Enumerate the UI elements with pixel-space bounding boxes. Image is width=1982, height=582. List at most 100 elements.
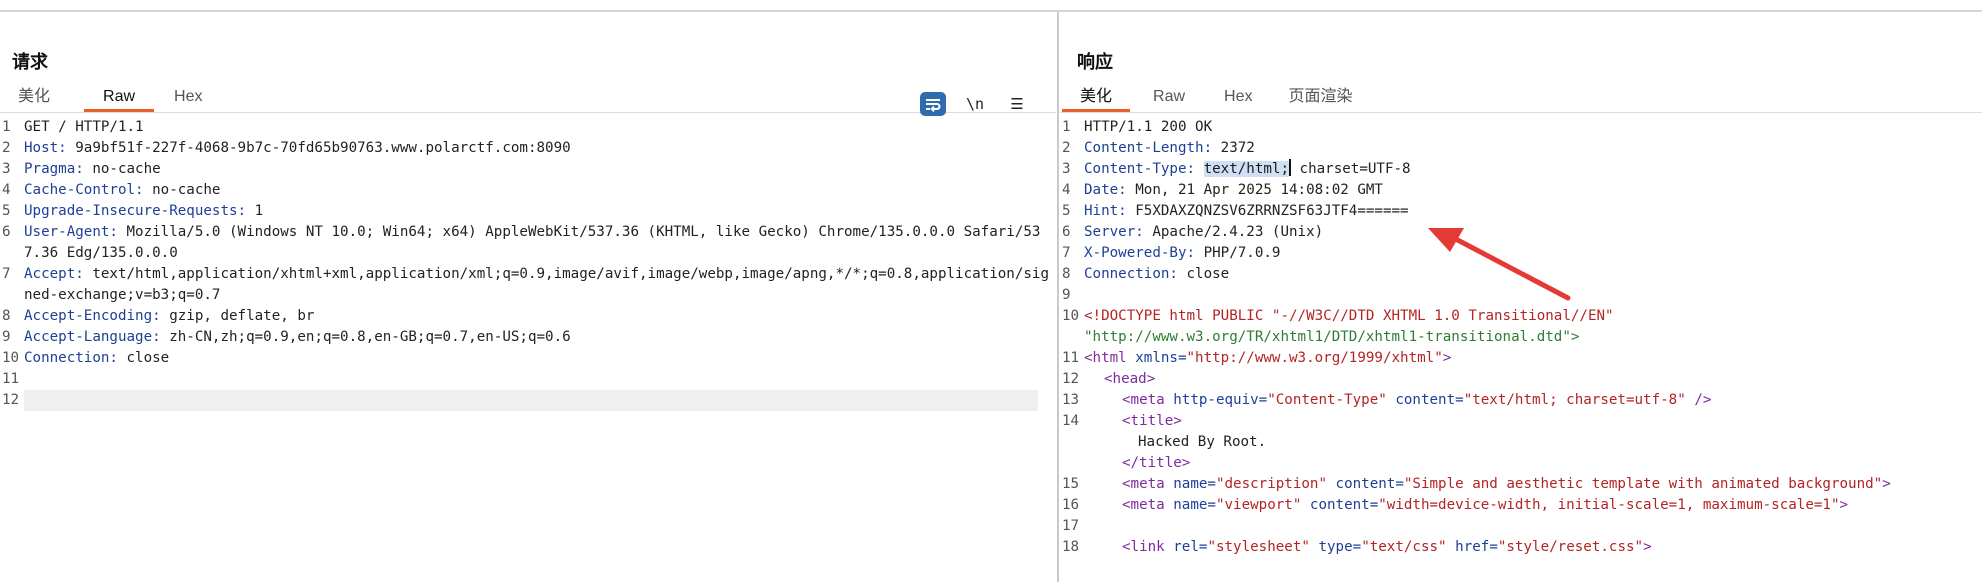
- code-line: 13 <meta http-equiv="Content-Type" conten…: [1062, 392, 1712, 408]
- request-tabs-border: [0, 112, 1056, 113]
- code-line: 3 Content-Type: text/html; charset=UTF-8: [1062, 159, 1411, 177]
- header-name: Upgrade-Insecure-Requests:: [24, 203, 247, 219]
- attr-value: "style/reset.css": [1497, 539, 1644, 555]
- code-line: 16 <meta name="viewport" content="width=d…: [1062, 497, 1849, 513]
- response-tabs: 美化 Raw Hex 页面渲染: [1060, 84, 1371, 112]
- attr-value: "text/html; charset=utf-8": [1463, 392, 1686, 408]
- attr-value: "http://www.w3.org/1999/xhtml": [1186, 350, 1443, 366]
- meta-tag: >: [1882, 476, 1891, 492]
- code-line: 4 Cache-Control: no-cache: [0, 180, 1056, 201]
- line-number: 8: [2, 308, 11, 324]
- code-line: 17: [1062, 518, 1080, 534]
- line-number: 9: [2, 329, 11, 345]
- selected-text[interactable]: text/html;: [1203, 161, 1290, 177]
- attr-value: "Content-Type": [1267, 392, 1387, 408]
- header-name: Accept:: [24, 266, 84, 282]
- code-line: 4 Date: Mon, 21 Apr 2025 14:08:02 GMT: [1062, 182, 1383, 198]
- code-line: 1 HTTP/1.1 200 OK: [1060, 117, 1982, 138]
- attr-name: http-equiv=: [1164, 392, 1268, 408]
- code-line: 5 Hint: F5XDAXZQNZSV6ZRRNZSF63JTF4======: [1062, 203, 1409, 219]
- code-line: 7 Accept: text/html,application/xhtml+xml…: [0, 264, 1056, 306]
- attr-name: name=: [1164, 476, 1216, 492]
- response-tab-pretty[interactable]: 美化: [1060, 84, 1132, 112]
- code-line: 11: [0, 369, 1056, 390]
- response-tab-hex[interactable]: Hex: [1206, 84, 1270, 112]
- menu-icon[interactable]: ☰: [1004, 92, 1030, 116]
- line-number: 7: [2, 266, 11, 282]
- response-title: 响应: [1077, 52, 1113, 72]
- response-tab-render[interactable]: 页面渲染: [1270, 84, 1370, 112]
- header-value: gzip, deflate, br: [160, 308, 315, 324]
- code-line: 10 <!DOCTYPE html PUBLIC "-//W3C//DTD XHT…: [1062, 308, 1614, 345]
- code-line: 14 <title> Hacked By Root. </title>: [1062, 413, 1267, 471]
- code-line: 11 <html xmlns="http://www.w3.org/1999/xh…: [1062, 350, 1452, 366]
- pane-divider[interactable]: [1057, 12, 1059, 582]
- header-name: Accept-Encoding:: [24, 308, 161, 324]
- doctype-url: "http://www.w3.org/TR/xhtml1/DTD/xhtml1-…: [1084, 329, 1580, 345]
- code-line: 1 GET / HTTP/1.1: [0, 117, 1056, 138]
- line-number: 12: [2, 392, 20, 408]
- header-value: close: [117, 350, 170, 366]
- request-title: 请求: [12, 52, 48, 72]
- header-name: Cache-Control:: [24, 182, 144, 198]
- attr-value: "viewport": [1215, 497, 1302, 513]
- request-toolbar: \n ☰: [920, 92, 1030, 116]
- request-pane: 请求 美化 Raw Hex \n ☰ 1 GET / HTTP/1.1 2 Host:…: [0, 12, 1056, 582]
- header-value: 9a9bf51f-227f-4068-9b7c-70fd65b90763.www…: [66, 140, 571, 156]
- header-name: Pragma:: [24, 161, 84, 177]
- header-name: Hint:: [1084, 203, 1127, 219]
- attr-value: "description": [1215, 476, 1328, 492]
- wrap-lines-icon[interactable]: [920, 92, 946, 116]
- attr-name: content=: [1386, 392, 1464, 408]
- header-name: Content-Type:: [1084, 161, 1196, 177]
- head-tag: <head>: [1104, 371, 1156, 387]
- header-value: Mon, 21 Apr 2025 14:08:02 GMT: [1126, 182, 1383, 198]
- header-value: GET / HTTP/1.1: [24, 119, 144, 135]
- html-tag: >: [1442, 350, 1452, 366]
- response-tab-raw[interactable]: Raw: [1132, 84, 1206, 112]
- request-tab-pretty[interactable]: 美化: [0, 84, 68, 112]
- title-tag: <title>: [1122, 413, 1182, 429]
- meta-tag: <meta: [1122, 476, 1165, 492]
- attr-value: "Simple and aesthetic template with anim…: [1403, 476, 1883, 492]
- code-line: 2 Host: 9a9bf51f-227f-4068-9b7c-70fd65b90…: [0, 138, 1056, 159]
- newline-toggle-button[interactable]: \n: [962, 92, 988, 116]
- header-name: Accept-Language:: [24, 329, 161, 345]
- header-name: Connection:: [24, 350, 118, 366]
- response-editor[interactable]: 1 HTTP/1.1 200 OK 2 Content-Length: 2372 3…: [1060, 117, 1982, 582]
- attr-name: rel=: [1164, 539, 1208, 555]
- header-name: Content-Length:: [1084, 140, 1213, 156]
- title-text: Hacked By Root.: [1138, 434, 1267, 450]
- header-value: text/html,application/xhtml+xml,applicat…: [24, 266, 1049, 303]
- code-line: 12 <head>: [1062, 371, 1156, 387]
- header-value: PHP/7.0.9: [1195, 245, 1281, 261]
- header-value: no-cache: [143, 182, 221, 198]
- code-line: 3 Pragma: no-cache: [0, 159, 1056, 180]
- code-line: 2 Content-Length: 2372: [1062, 140, 1255, 156]
- code-line: 6 User-Agent: Mozilla/5.0 (Windows NT 10.…: [0, 222, 1056, 264]
- line-number: 6: [2, 224, 11, 240]
- link-tag: <link: [1122, 539, 1165, 555]
- header-value: close: [1177, 266, 1230, 282]
- annotation-arrow-icon: [1428, 228, 1571, 301]
- header-value: zh-CN,zh;q=0.9,en;q=0.8,en-GB;q=0.7,en-U…: [160, 329, 571, 345]
- response-tabs-border: [1060, 112, 1982, 113]
- hint-value: F5XDAXZQNZSV6ZRRNZSF63JTF4======: [1126, 203, 1409, 219]
- meta-tag: <meta: [1122, 497, 1165, 513]
- line-number: 2: [2, 140, 11, 156]
- request-tab-hex[interactable]: Hex: [156, 84, 220, 112]
- header-name: Host:: [24, 140, 67, 156]
- title-tag: </title>: [1122, 455, 1191, 471]
- attr-name: xmlns=: [1126, 350, 1187, 366]
- code-line: 9 Accept-Language: zh-CN,zh;q=0.9,en;q=0.…: [0, 327, 1056, 348]
- line-number: 11: [2, 371, 20, 387]
- request-editor[interactable]: 1 GET / HTTP/1.1 2 Host: 9a9bf51f-227f-4068…: [0, 117, 1056, 582]
- header-value: charset=UTF-8: [1291, 161, 1411, 177]
- meta-tag: />: [1685, 392, 1712, 408]
- request-tab-raw[interactable]: Raw: [82, 84, 156, 112]
- code-line: 10 Connection: close: [0, 348, 1056, 369]
- meta-tag: >: [1839, 497, 1849, 513]
- attr-value: "width=device-width, initial-scale=1, ma…: [1378, 497, 1840, 513]
- attr-name: name=: [1164, 497, 1216, 513]
- code-line: 5 Upgrade-Insecure-Requests: 1: [0, 201, 1056, 222]
